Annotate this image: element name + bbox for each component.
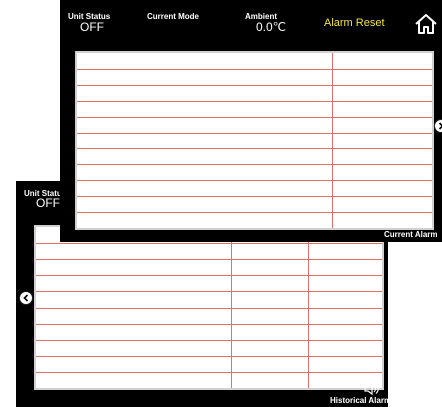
chevron-left-icon[interactable]: [19, 291, 33, 305]
ambient-value: 0.0℃: [256, 20, 287, 34]
table-row-divider: [36, 259, 382, 260]
table-row-divider: [77, 164, 432, 165]
alarm-reset-button[interactable]: Alarm Reset: [324, 17, 385, 29]
table-row-divider: [77, 85, 432, 86]
current-alarm-table: [75, 51, 434, 230]
historical-alarm-caption: Historical Alarm: [330, 396, 388, 405]
historical-alarm-table: [34, 225, 384, 390]
table-row-divider: [77, 148, 432, 149]
table-row-divider: [77, 196, 432, 197]
table-row-divider: [36, 340, 382, 341]
table-row-divider: [36, 291, 382, 292]
table-column-divider: [332, 53, 333, 228]
chevron-right-icon[interactable]: [434, 119, 442, 133]
table-row-divider: [36, 372, 382, 373]
table-row-divider: [77, 133, 432, 134]
table-row-divider: [36, 324, 382, 325]
current-alarm-screen: Unit Status OFF Current Mode Ambient 0.0…: [60, 0, 442, 242]
speaker-muted-icon[interactable]: [363, 382, 381, 396]
table-row-divider: [36, 308, 382, 309]
table-row-divider: [77, 180, 432, 181]
table-row-divider: [77, 69, 432, 70]
table-row-divider: [36, 275, 382, 276]
table-row-divider: [77, 101, 432, 102]
current-alarm-caption: Current Alarm: [384, 230, 438, 239]
unit-status-value: OFF: [80, 20, 104, 34]
table-row-divider: [36, 243, 382, 244]
table-row-divider: [77, 117, 432, 118]
unit-status-value: OFF: [36, 196, 60, 210]
speaker-muted-icon[interactable]: [409, 212, 427, 226]
table-row-divider: [36, 356, 382, 357]
current-mode-label: Current Mode: [147, 12, 199, 21]
home-icon[interactable]: [414, 13, 438, 35]
table-row-divider: [77, 212, 432, 213]
